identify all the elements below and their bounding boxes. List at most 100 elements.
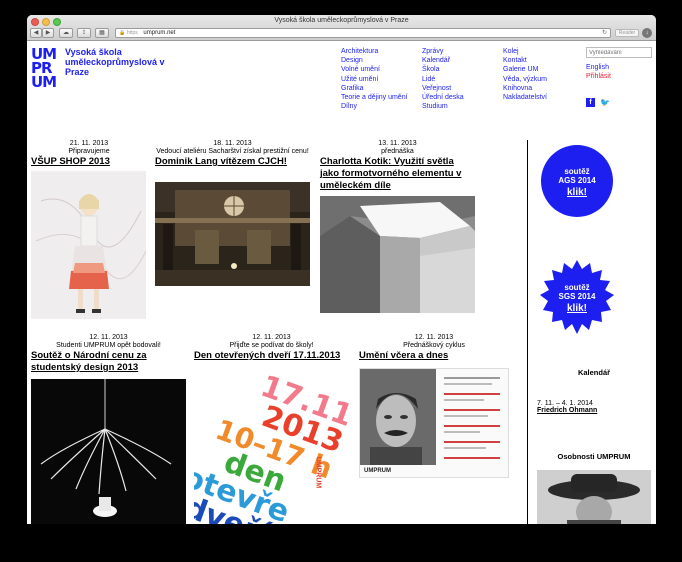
badge-line: AGS 2014 [558, 176, 596, 185]
main-nav-column-1: Architektura Design Volné umění Užité um… [341, 47, 408, 111]
badge-klik-link[interactable]: klik! [567, 304, 587, 314]
post-date: 21. 11. 2013 [69, 140, 109, 147]
forward-button[interactable]: ▶ [42, 28, 54, 38]
school-name[interactable]: Vysoká škola uměleckoprůmyslová v Praze [65, 47, 175, 77]
post-date: 18. 11. 2013 [213, 140, 252, 147]
badge-line: SGS 2014 [558, 292, 596, 301]
post-image-open-day-poster[interactable]: 17.11. 2013 10–17 h den otevře dveří UMP… [194, 369, 349, 524]
nav-link[interactable]: Grafika [341, 84, 408, 93]
poster-tag: UMPRUM [314, 456, 322, 489]
nav-link[interactable]: Studium [422, 102, 464, 111]
post-image-hall[interactable] [155, 182, 310, 286]
share-icon[interactable]: ⇪ [77, 28, 91, 38]
nav-link[interactable]: Dílny [341, 102, 408, 111]
umprum-mark: UMPRUM [364, 468, 391, 474]
nav-link[interactable]: Nakladatelství [503, 93, 547, 102]
sidebar-divider [527, 140, 528, 524]
nav-link[interactable]: Kalendář [422, 56, 464, 65]
main-nav-column-2: Zprávy Kalendář Škola Lidé Veřejnost Úře… [422, 47, 464, 111]
search-input[interactable] [586, 47, 652, 58]
show-all-tabs-icon[interactable]: ▦ [95, 28, 109, 38]
post-date: 12. 11. 2013 [89, 334, 128, 341]
news-post[interactable]: 18. 11. 2013 Vedoucí ateliéru Sacharštví… [155, 140, 310, 168]
post-kicker: Studenti UMPRUM opět bodovali! [56, 342, 161, 349]
post-title[interactable]: Charlotta Kotik: Využití světla jako for… [320, 156, 475, 192]
back-button[interactable]: ◀ [30, 28, 42, 38]
nav-link[interactable]: Kolej [503, 47, 547, 56]
badge-text: soutěž SGS 2014 klik! [540, 283, 614, 314]
post-image-lamp[interactable] [31, 379, 186, 524]
badge-klik-link[interactable]: klik! [567, 188, 587, 198]
news-post[interactable]: 12. 11. 2013 Studenti UMPRUM opět bodova… [31, 334, 186, 374]
badge-text: soutěž AGS 2014 klik! [540, 167, 614, 198]
nav-link[interactable]: Architektura [341, 47, 408, 56]
sgs-2014-badge[interactable]: soutěž SGS 2014 klik! [540, 260, 614, 334]
post-title[interactable]: Soutěž o Národní cenu za studentský desi… [31, 350, 186, 374]
news-post[interactable]: 13. 11. 2013 přednáška Charlotta Kotik: … [320, 140, 475, 192]
post-title[interactable]: Dominik Lang vítězem CJCH! [155, 156, 310, 168]
window-title: Vysoká škola uměleckoprůmyslová v Praze [274, 17, 409, 24]
main-nav-column-3: Kolej Kontakt Galerie UM Věda, výzkum Kn… [503, 47, 547, 102]
calendar-event-link[interactable]: Friedrich Ohmann [537, 407, 597, 414]
badge-line: soutěž [564, 167, 590, 176]
nav-link[interactable]: Úřední deska [422, 93, 464, 102]
reader-button[interactable]: Reader [615, 29, 639, 37]
title-bar: Vysoká škola uměleckoprůmyslová v Praze … [27, 15, 656, 41]
post-kicker: Vedoucí ateliéru Sacharštví získal prest… [156, 148, 309, 155]
post-image-fashion[interactable] [31, 171, 146, 319]
nav-link[interactable]: Věda, výzkum [503, 75, 547, 84]
facebook-icon[interactable]: f [586, 98, 595, 107]
portrait-photo-illustration [537, 470, 651, 524]
address-bar[interactable]: 🔒 https umprum.net ↻ [115, 28, 611, 38]
post-kicker: Připravujeme [68, 148, 110, 155]
umprum-logo[interactable]: UM PR UM [31, 47, 63, 91]
post-kicker: Přijďte se podívat do školy! [229, 342, 314, 349]
lock-icon: 🔒 [119, 30, 126, 36]
badge-line: soutěž [564, 283, 590, 292]
downloads-icon[interactable]: ↓ [642, 28, 652, 38]
people-heading: Osobnosti UMPRUM [557, 452, 631, 461]
post-title[interactable]: VŠUP SHOP 2013 [31, 156, 147, 168]
post-image-light[interactable] [320, 196, 475, 313]
url-text: umprum.net [143, 30, 176, 36]
url-scheme: https [126, 30, 138, 36]
news-post[interactable]: 12. 11. 2013 Přijďte se podívat do školy… [194, 334, 349, 362]
post-title[interactable]: Den otevřených dveří 17.11.2013 [194, 350, 349, 362]
post-title[interactable]: Umění včera a dnes [359, 350, 509, 362]
fashion-photo-illustration [31, 171, 146, 319]
lecture-poster-illustration [360, 369, 508, 477]
nav-link[interactable]: Galerie UM [503, 65, 547, 74]
people-photo[interactable] [537, 470, 651, 524]
light-architecture-photo-illustration [320, 196, 475, 313]
web-page: UM PR UM Vysoká škola uměleckoprůmyslová… [27, 42, 656, 524]
news-post[interactable]: 12. 11. 2013 Přednáškový cyklus Umění vč… [359, 334, 509, 362]
nav-link[interactable]: Volné umění [341, 65, 408, 74]
post-image-lecture-poster[interactable]: UMPRUM [359, 368, 509, 478]
post-date: 12. 11. 2013 [414, 334, 454, 341]
news-post[interactable]: 21. 11. 2013 Připravujeme VŠUP SHOP 2013 [31, 140, 147, 168]
login-link[interactable]: Přihlásit [586, 72, 611, 81]
post-date: 12. 11. 2013 [252, 334, 291, 341]
icloud-tabs-icon[interactable]: ☁ [59, 28, 73, 38]
lamp-photo-illustration [31, 379, 186, 524]
post-date: 13. 11. 2013 [378, 140, 417, 147]
logo-line: UM [31, 73, 57, 91]
ags-2014-badge[interactable]: soutěž AGS 2014 klik! [540, 144, 614, 218]
nav-link[interactable]: Teorie a dějiny umění [341, 93, 408, 102]
poster-artwork: 17.11. 2013 10–17 h den otevře dveří [194, 369, 349, 524]
nav-link[interactable]: Škola [422, 65, 464, 74]
reload-icon[interactable]: ↻ [602, 29, 607, 37]
nav-link[interactable]: Knihovna [503, 84, 547, 93]
nav-link[interactable]: Design [341, 56, 408, 65]
nav-link[interactable]: Lidé [422, 75, 464, 84]
nav-link[interactable]: Kontakt [503, 56, 547, 65]
language-link[interactable]: English [586, 63, 609, 72]
post-kicker: přednáška [381, 148, 414, 155]
nav-link[interactable]: Zprávy [422, 47, 464, 56]
nav-link[interactable]: Veřejnost [422, 84, 464, 93]
hall-photo-illustration [155, 182, 310, 286]
nav-link[interactable]: Užité umění [341, 75, 408, 84]
post-kicker: Přednáškový cyklus [403, 342, 465, 349]
twitter-icon[interactable]: 🐦 [600, 98, 610, 107]
browser-window: Vysoká škola uměleckoprůmyslová v Praze … [27, 15, 656, 524]
